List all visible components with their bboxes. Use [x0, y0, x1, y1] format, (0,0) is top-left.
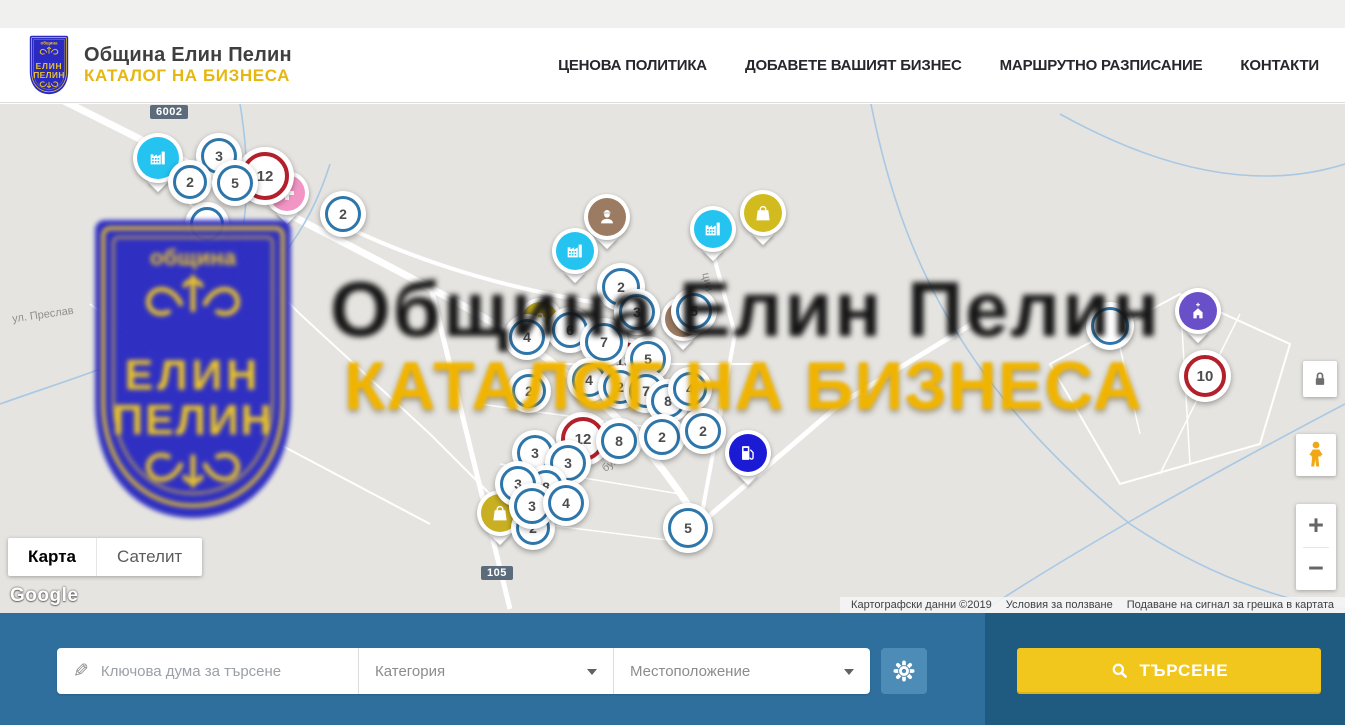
cluster-marker[interactable]: 4	[504, 314, 550, 360]
pin-factory[interactable]	[552, 228, 598, 274]
site-title: Община Елин Пелин	[84, 44, 292, 66]
search-button[interactable]: ТЪРСЕНЕ	[1017, 648, 1321, 694]
cluster-marker[interactable]: 2	[320, 191, 366, 237]
search-input-group: ✎ Категория Местоположение	[57, 648, 870, 694]
pencil-icon: ✎	[73, 660, 89, 683]
keyword-input[interactable]	[99, 662, 342, 681]
zoom-out-button[interactable]: −	[1296, 548, 1336, 591]
map[interactable]: 123252213356475422784128223383234510 Общ…	[0, 104, 1345, 613]
chevron-down-icon	[587, 669, 597, 675]
cluster-count: 3	[619, 294, 655, 330]
gear-icon	[891, 658, 917, 684]
nav-item-1[interactable]: ДОБАВЕТЕ ВАШИЯТ БИЗНЕС	[745, 57, 962, 74]
cluster-count: 2	[685, 413, 721, 449]
cluster-count: 8	[601, 423, 637, 459]
pegman-button[interactable]	[1296, 434, 1336, 476]
search-button-label: ТЪРСЕНЕ	[1140, 661, 1229, 681]
keyword-section: ✎	[57, 648, 358, 694]
cluster-marker[interactable]: 4	[543, 480, 589, 526]
pin-factory[interactable]	[690, 206, 736, 252]
lock-icon	[1310, 369, 1330, 389]
cluster-count: 2	[173, 165, 207, 199]
pin-church[interactable]	[1175, 288, 1221, 334]
site-header: Община Елин Пелин КАТАЛОГ НА БИЗНЕСА ЦЕН…	[0, 28, 1345, 103]
cluster-count: 5	[676, 293, 712, 329]
cluster-marker[interactable]: 2	[639, 414, 685, 460]
nav-item-0[interactable]: ЦЕНОВА ПОЛИТИКА	[558, 57, 707, 74]
cluster-marker[interactable]	[185, 202, 229, 246]
marker-layer: 123252213356475422784128223383234510	[0, 104, 1345, 613]
pin-bag[interactable]	[740, 190, 786, 236]
municipality-emblem-icon	[26, 35, 72, 95]
lock-button[interactable]	[1303, 361, 1337, 397]
cluster-marker[interactable]: 2	[168, 160, 212, 204]
cluster-count: 4	[673, 372, 707, 406]
nav-item-2[interactable]: МАРШРУТНО РАЗПИСАНИЕ	[1000, 57, 1203, 74]
cluster-count: 10	[1184, 355, 1226, 397]
pin-fuel[interactable]	[725, 430, 771, 476]
bag-icon	[744, 194, 782, 232]
cluster-marker[interactable]	[1086, 302, 1134, 350]
cluster-marker[interactable]: 5	[663, 503, 713, 553]
cluster-count: 4	[509, 319, 545, 355]
fuel-icon	[729, 434, 767, 472]
category-select-label: Категория	[375, 663, 445, 680]
nav-item-3[interactable]: КОНТАКТИ	[1240, 57, 1319, 74]
cluster-marker[interactable]: 2	[507, 369, 551, 413]
site-logo[interactable]: Община Елин Пелин КАТАЛОГ НА БИЗНЕСА	[26, 35, 292, 95]
cluster-count: 4	[548, 485, 584, 521]
cluster-count: 5	[217, 165, 253, 201]
location-select[interactable]: Местоположение	[613, 648, 870, 694]
cluster-count: 2	[325, 196, 361, 232]
zoom-in-button[interactable]: +	[1296, 504, 1336, 547]
cluster-marker[interactable]: 8	[596, 418, 642, 464]
cluster-marker[interactable]: 10	[1179, 350, 1231, 402]
plus-icon: +	[1308, 512, 1324, 539]
chevron-down-icon	[844, 669, 854, 675]
attribution-link[interactable]: Условия за ползване	[999, 599, 1120, 611]
pegman-icon	[1304, 440, 1328, 470]
cluster-marker[interactable]: 2	[680, 408, 726, 454]
cluster-marker[interactable]: 5	[671, 288, 717, 334]
cluster-count	[190, 207, 224, 241]
factory-icon	[694, 210, 732, 248]
search-bar: ✎ Категория Местоположение ТЪРСЕНЕ	[0, 613, 1345, 725]
zoom-control: + −	[1296, 504, 1336, 590]
cluster-count: 7	[585, 323, 623, 361]
map-view-button[interactable]: Карта	[8, 538, 96, 576]
cluster-count: 2	[644, 419, 680, 455]
satellite-view-button[interactable]: Сателит	[96, 538, 202, 576]
top-strip	[0, 0, 1345, 28]
cluster-count: 5	[668, 508, 708, 548]
location-select-label: Местоположение	[630, 663, 750, 680]
site-subtitle: КАТАЛОГ НА БИЗНЕСА	[84, 66, 292, 86]
map-type-control: Карта Сателит	[8, 538, 202, 576]
attribution-text: Картографски данни ©2019	[844, 599, 999, 611]
map-attribution: Картографски данни ©2019Условия за ползв…	[840, 597, 1345, 613]
attribution-link[interactable]: Подаване на сигнал за грешка в картата	[1120, 599, 1341, 611]
cluster-count: 2	[512, 374, 546, 408]
settings-button[interactable]	[881, 648, 927, 694]
search-icon	[1110, 661, 1130, 681]
main-nav: ЦЕНОВА ПОЛИТИКА ДОБАВЕТЕ ВАШИЯТ БИЗНЕС МАР…	[558, 57, 1319, 74]
cluster-marker[interactable]: 5	[212, 160, 258, 206]
factory-icon	[556, 232, 594, 270]
minus-icon: −	[1308, 555, 1324, 582]
category-select[interactable]: Категория	[358, 648, 613, 694]
church-icon	[1179, 292, 1217, 330]
google-logo[interactable]: Google	[10, 585, 78, 607]
cluster-count	[1091, 307, 1129, 345]
cluster-marker[interactable]: 4	[668, 367, 712, 411]
